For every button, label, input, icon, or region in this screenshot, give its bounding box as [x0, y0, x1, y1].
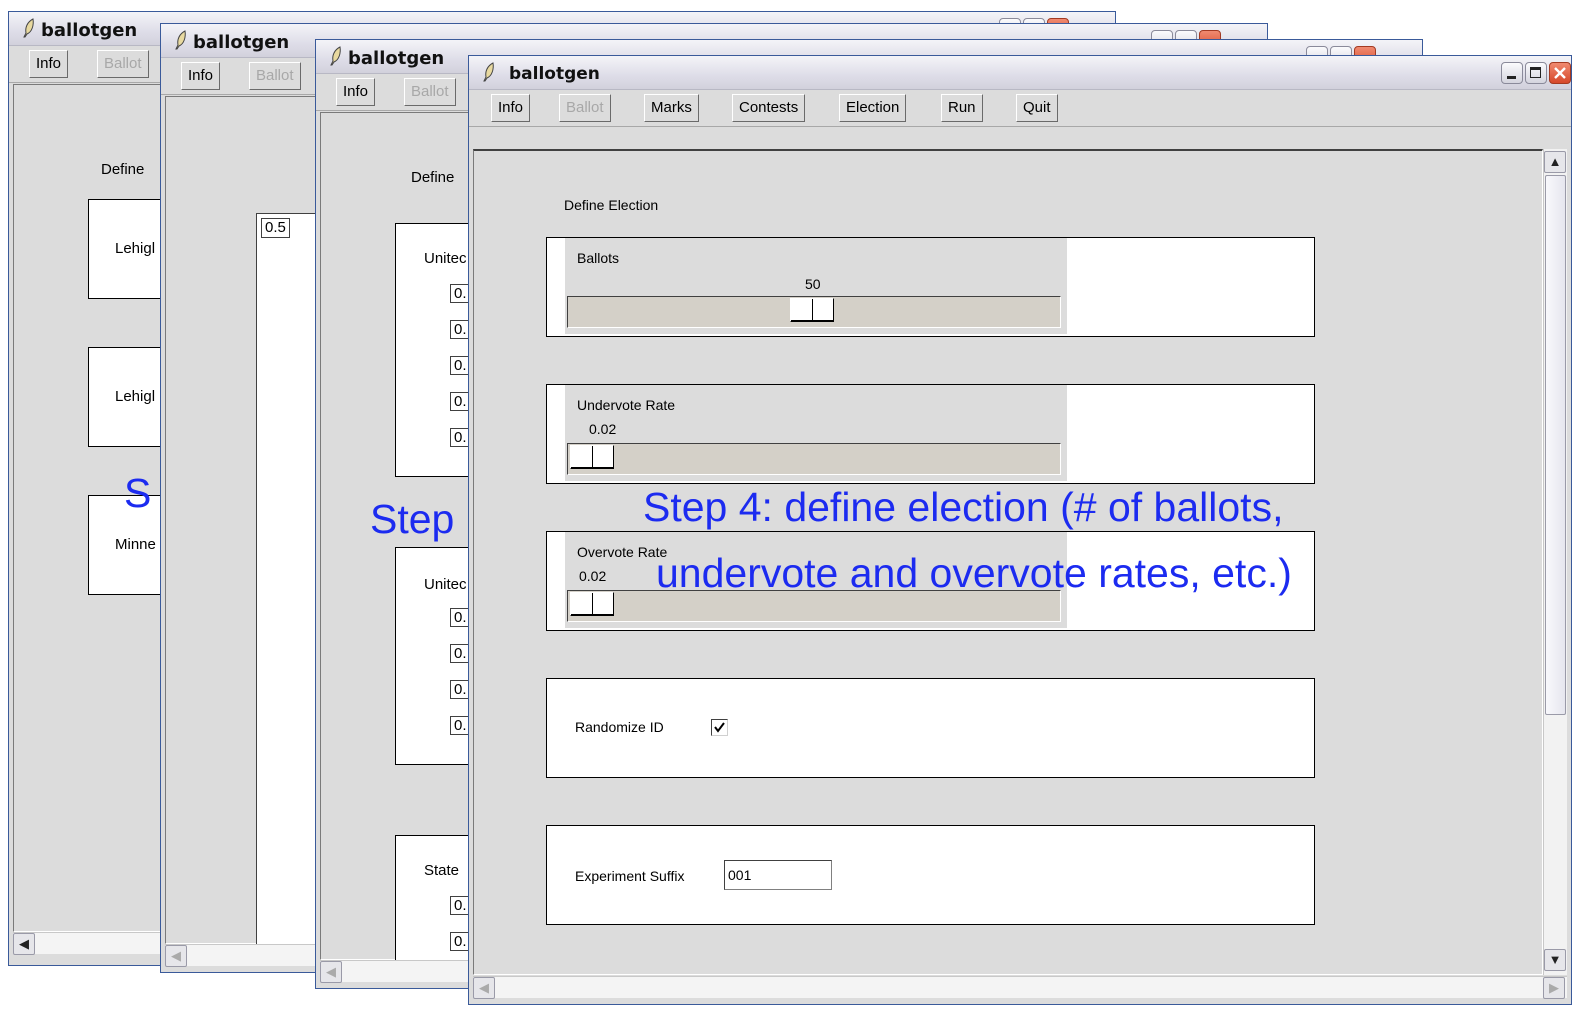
- menu-info-button[interactable]: Info: [181, 62, 221, 90]
- section-title: Define: [411, 169, 455, 186]
- menu-ballot-button[interactable]: Ballot: [404, 78, 456, 106]
- frame-label: Lehigl: [115, 240, 156, 257]
- frame-label: Unitec: [424, 250, 467, 267]
- window-title: ballotgen: [41, 20, 138, 41]
- feather-icon: [175, 30, 186, 50]
- randomize-frame: Randomize ID: [546, 678, 1315, 778]
- scroll-up-icon[interactable]: ▲: [1544, 151, 1566, 173]
- undervote-slider-handle[interactable]: [570, 445, 614, 469]
- menu-ballot-button[interactable]: Ballot: [559, 94, 611, 122]
- menu-ballot-button[interactable]: Ballot: [249, 62, 301, 90]
- vertical-scrollbar[interactable]: ▲ ▼: [1543, 149, 1567, 975]
- feather-icon: [483, 62, 494, 82]
- ballots-frame: Ballots 50: [546, 237, 1315, 337]
- scroll-left-icon[interactable]: ◀: [13, 933, 35, 955]
- randomize-checkbox[interactable]: [711, 719, 728, 736]
- value-entry[interactable]: 0.5: [261, 218, 290, 238]
- frame-label: Lehigl: [115, 388, 156, 405]
- overvote-value: 0.02: [579, 568, 607, 584]
- suffix-frame: Experiment Suffix 001: [546, 825, 1315, 925]
- feather-icon: [23, 18, 34, 38]
- overvote-slider-handle[interactable]: [570, 592, 614, 616]
- close-icon: [1554, 67, 1566, 79]
- frame-label: Unitec: [424, 576, 467, 593]
- ballots-label: Ballots: [577, 250, 620, 266]
- menu-election-button[interactable]: Election: [839, 94, 907, 122]
- menu-info-button[interactable]: Info: [29, 50, 69, 78]
- undervote-value: 0.02: [589, 421, 617, 437]
- scroll-left-icon[interactable]: ◀: [165, 945, 187, 967]
- ballots-slider[interactable]: [567, 296, 1061, 328]
- menu-info-button[interactable]: Info: [491, 94, 531, 122]
- scroll-down-icon[interactable]: ▼: [1544, 949, 1566, 971]
- vertical-scroll-thumb[interactable]: [1545, 175, 1566, 715]
- randomize-label: Randomize ID: [575, 719, 664, 735]
- minimize-icon: [1507, 76, 1516, 79]
- ballots-slider-handle[interactable]: [790, 298, 834, 322]
- step-overlay-line1: Step 4: define election (# of ballots,: [643, 484, 1284, 530]
- menu-bar: Info Ballot Marks Contests Election Run …: [469, 90, 1571, 127]
- undervote-slider[interactable]: [567, 443, 1061, 475]
- feather-icon: [330, 46, 341, 66]
- window-title: ballotgen: [509, 64, 600, 84]
- undervote-frame: Undervote Rate 0.02: [546, 384, 1315, 484]
- checkmark-icon: [714, 722, 725, 733]
- ballots-value: 50: [805, 276, 821, 292]
- overlay-text-fragment: S: [124, 470, 152, 516]
- suffix-input[interactable]: 001: [724, 860, 832, 890]
- section-title: Define: [101, 161, 145, 178]
- close-button[interactable]: [1549, 62, 1571, 84]
- horizontal-scrollbar[interactable]: ◀ ▶: [473, 976, 1567, 999]
- menu-ballot-button[interactable]: Ballot: [97, 50, 149, 78]
- title-bar[interactable]: ballotgen: [469, 56, 1571, 90]
- step-overlay-line2: undervote and overvote rates, etc.): [656, 550, 1292, 596]
- overlay-text-fragment: Step: [370, 496, 455, 542]
- menu-quit-button[interactable]: Quit: [1016, 94, 1058, 122]
- scroll-left-icon[interactable]: ◀: [320, 961, 342, 983]
- suffix-label: Experiment Suffix: [575, 868, 685, 884]
- ballotgen-window-main: ballotgen Info Ballot Marks Contests Ele…: [468, 55, 1572, 1005]
- scroll-right-icon[interactable]: ▶: [1543, 977, 1565, 999]
- menu-run-button[interactable]: Run: [941, 94, 983, 122]
- minimize-button[interactable]: [1501, 62, 1523, 84]
- section-title: Define Election: [564, 197, 659, 213]
- frame-label: Minne: [115, 536, 156, 553]
- menu-info-button[interactable]: Info: [336, 78, 376, 106]
- scroll-left-icon[interactable]: ◀: [473, 977, 495, 999]
- undervote-label: Undervote Rate: [577, 397, 676, 413]
- menu-contests-button[interactable]: Contests: [732, 94, 806, 122]
- undervote-panel: Undervote Rate 0.02: [565, 385, 1067, 481]
- maximize-button[interactable]: [1525, 62, 1547, 84]
- menu-marks-button[interactable]: Marks: [644, 94, 699, 122]
- window-title: ballotgen: [348, 48, 445, 69]
- ballots-panel: Ballots 50: [565, 238, 1067, 334]
- window-title: ballotgen: [193, 32, 290, 53]
- frame-label: State: [424, 862, 460, 879]
- overvote-label: Overvote Rate: [577, 544, 668, 560]
- maximize-icon: [1530, 67, 1541, 78]
